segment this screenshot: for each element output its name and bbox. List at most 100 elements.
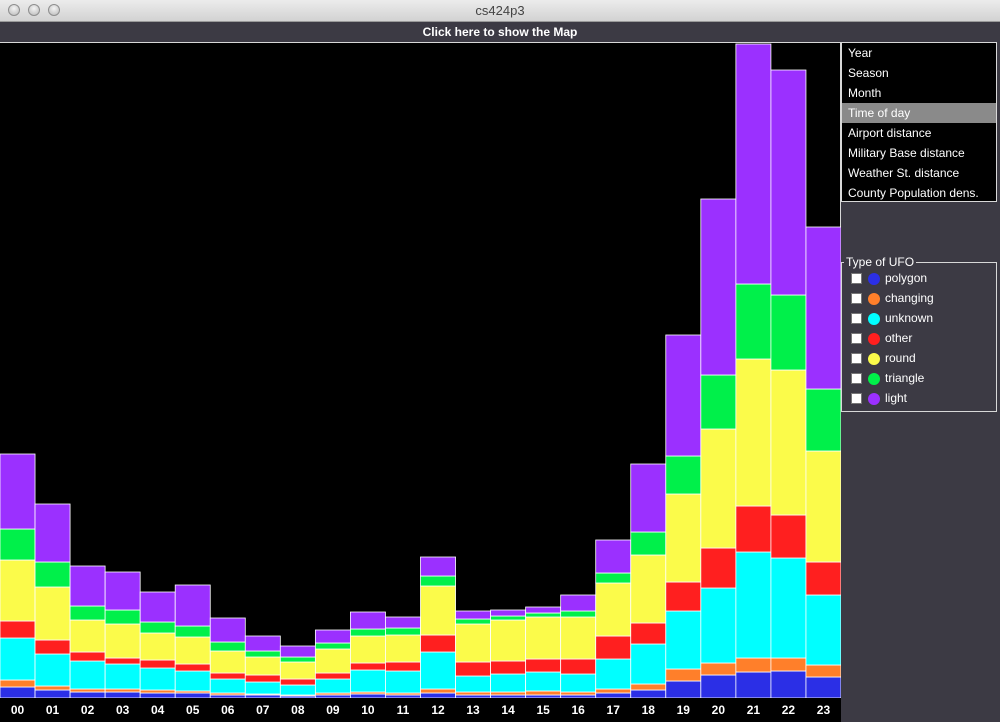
x-tick-label: 13 [466,703,480,717]
menu-item-airport-distance[interactable]: Airport distance [842,123,996,143]
menu-item-month[interactable]: Month [842,83,996,103]
menu-item-time-of-day[interactable]: Time of day [842,103,996,123]
x-tick-label: 03 [115,703,130,717]
bar-segment-round-06 [209,650,246,674]
bar-segment-changing-19 [665,668,702,682]
bar-segment-other-22 [770,514,807,559]
bar-segment-round-11 [385,634,421,663]
bar-segment-light-03 [104,571,141,611]
bar-segment-unknown-16 [560,673,597,693]
menu-item-year[interactable]: Year [842,43,996,63]
menu-item-season[interactable]: Season [842,63,996,83]
bar-segment-light-04 [139,591,176,623]
bar-segment-light-21 [735,43,772,285]
unknown-checkbox[interactable] [851,313,862,324]
bar-segment-changing-22 [770,657,807,672]
bar-segment-other-02 [69,651,106,662]
bar-segment-other-04 [139,659,176,669]
bar-segment-light-23 [805,226,841,390]
bar-segment-light-17 [595,539,632,574]
legend-item-other: other [850,329,990,349]
legend-label: changing [885,291,934,305]
bar-segment-changing-01 [34,685,71,691]
changing-checkbox[interactable] [851,293,862,304]
round-checkbox[interactable] [851,353,862,364]
show-map-button[interactable]: Click here to show the Map [0,22,1000,42]
x-tick-label: 22 [781,703,796,717]
x-axis: 00 01 02 03 04 05 06 07 08 09 10 11 12 13 14 15 16 17 18 19… [0,698,841,722]
window-title: cs424p3 [475,3,525,18]
menu-item-weather-station-distance[interactable]: Weather St. distance [842,163,996,183]
bar-segment-unknown-23 [805,594,841,666]
bar-segment-other-20 [700,547,737,589]
legend-title: Type of UFO [844,255,917,269]
bar-segment-other-15 [525,658,562,673]
round-color-dot [868,353,880,365]
x-tick-label: 14 [501,703,515,717]
other-checkbox[interactable] [851,333,862,344]
bar-segment-round-00 [0,559,36,622]
bar-segment-light-11 [385,616,421,629]
bar-segment-triangle-16 [560,610,597,618]
bar-segment-round-20 [700,428,737,549]
bar-segment-polygon-18 [630,689,667,698]
bar-segment-unknown-05 [174,670,211,692]
bar-segment-round-22 [770,369,807,516]
bar-segment-other-08 [279,678,316,686]
bar-segment-light-19 [665,334,702,457]
bar-segment-unknown-07 [244,681,281,695]
polygon-checkbox[interactable] [851,273,862,284]
bar-segment-round-07 [244,656,281,676]
bar-segment-triangle-03 [104,609,141,625]
bar-segment-other-00 [0,620,36,639]
x-tick-label: 01 [45,703,60,717]
bar-segment-unknown-01 [34,653,71,687]
bar-segment-light-22 [770,69,807,296]
bar-segment-changing-04 [139,689,176,694]
bar-segment-round-13 [455,623,491,663]
bar-segment-changing-14 [490,691,527,696]
light-checkbox[interactable] [851,393,862,404]
bar-segment-round-09 [314,648,351,674]
bar-segment-light-07 [244,635,281,652]
bar-segment-unknown-17 [595,658,632,690]
x-tick-label: 05 [186,703,200,717]
legend-item-polygon: polygon [850,269,990,289]
bar-segment-light-16 [560,594,597,612]
menu-item-military-base-distance[interactable]: Military Base distance [842,143,996,163]
bar-segment-round-14 [490,619,527,662]
bar-segment-triangle-21 [735,283,772,360]
bar-segment-polygon-21 [735,671,772,698]
bar-segment-other-17 [595,635,632,660]
bar-segment-triangle-11 [385,627,421,636]
x-tick-label: 11 [396,703,410,717]
bar-segment-changing-00 [0,679,36,688]
bar-segment-other-23 [805,561,841,596]
bar-segment-unknown-10 [350,669,386,693]
x-tick-label: 20 [711,703,726,717]
bar-segment-changing-17 [595,688,632,694]
bar-segment-other-01 [34,639,71,655]
bar-segment-round-10 [350,635,386,664]
bar-segment-unknown-19 [665,610,702,670]
bar-segment-unknown-15 [525,671,562,692]
bar-segment-light-02 [69,565,106,607]
bar-segment-polygon-19 [665,680,702,698]
triangle-checkbox[interactable] [851,373,862,384]
legend-label: triangle [885,371,925,385]
x-tick-label: 16 [571,703,585,717]
bar-segment-light-10 [350,611,386,630]
bar-segment-triangle-09 [314,642,351,650]
bar-segment-round-16 [560,616,597,660]
menu-item-county-population-density[interactable]: County Population dens. [842,183,996,203]
bar-segment-triangle-07 [244,650,281,658]
bar-segment-polygon-23 [805,676,841,698]
bar-segment-triangle-01 [34,561,71,588]
bar-segment-other-10 [350,662,386,671]
bar-segment-unknown-08 [279,684,316,696]
triangle-color-dot [868,373,880,385]
bar-segment-round-21 [735,358,772,507]
bar-segment-light-18 [630,463,667,533]
bar-segment-triangle-14 [490,615,527,621]
bar-segment-round-02 [69,619,106,653]
